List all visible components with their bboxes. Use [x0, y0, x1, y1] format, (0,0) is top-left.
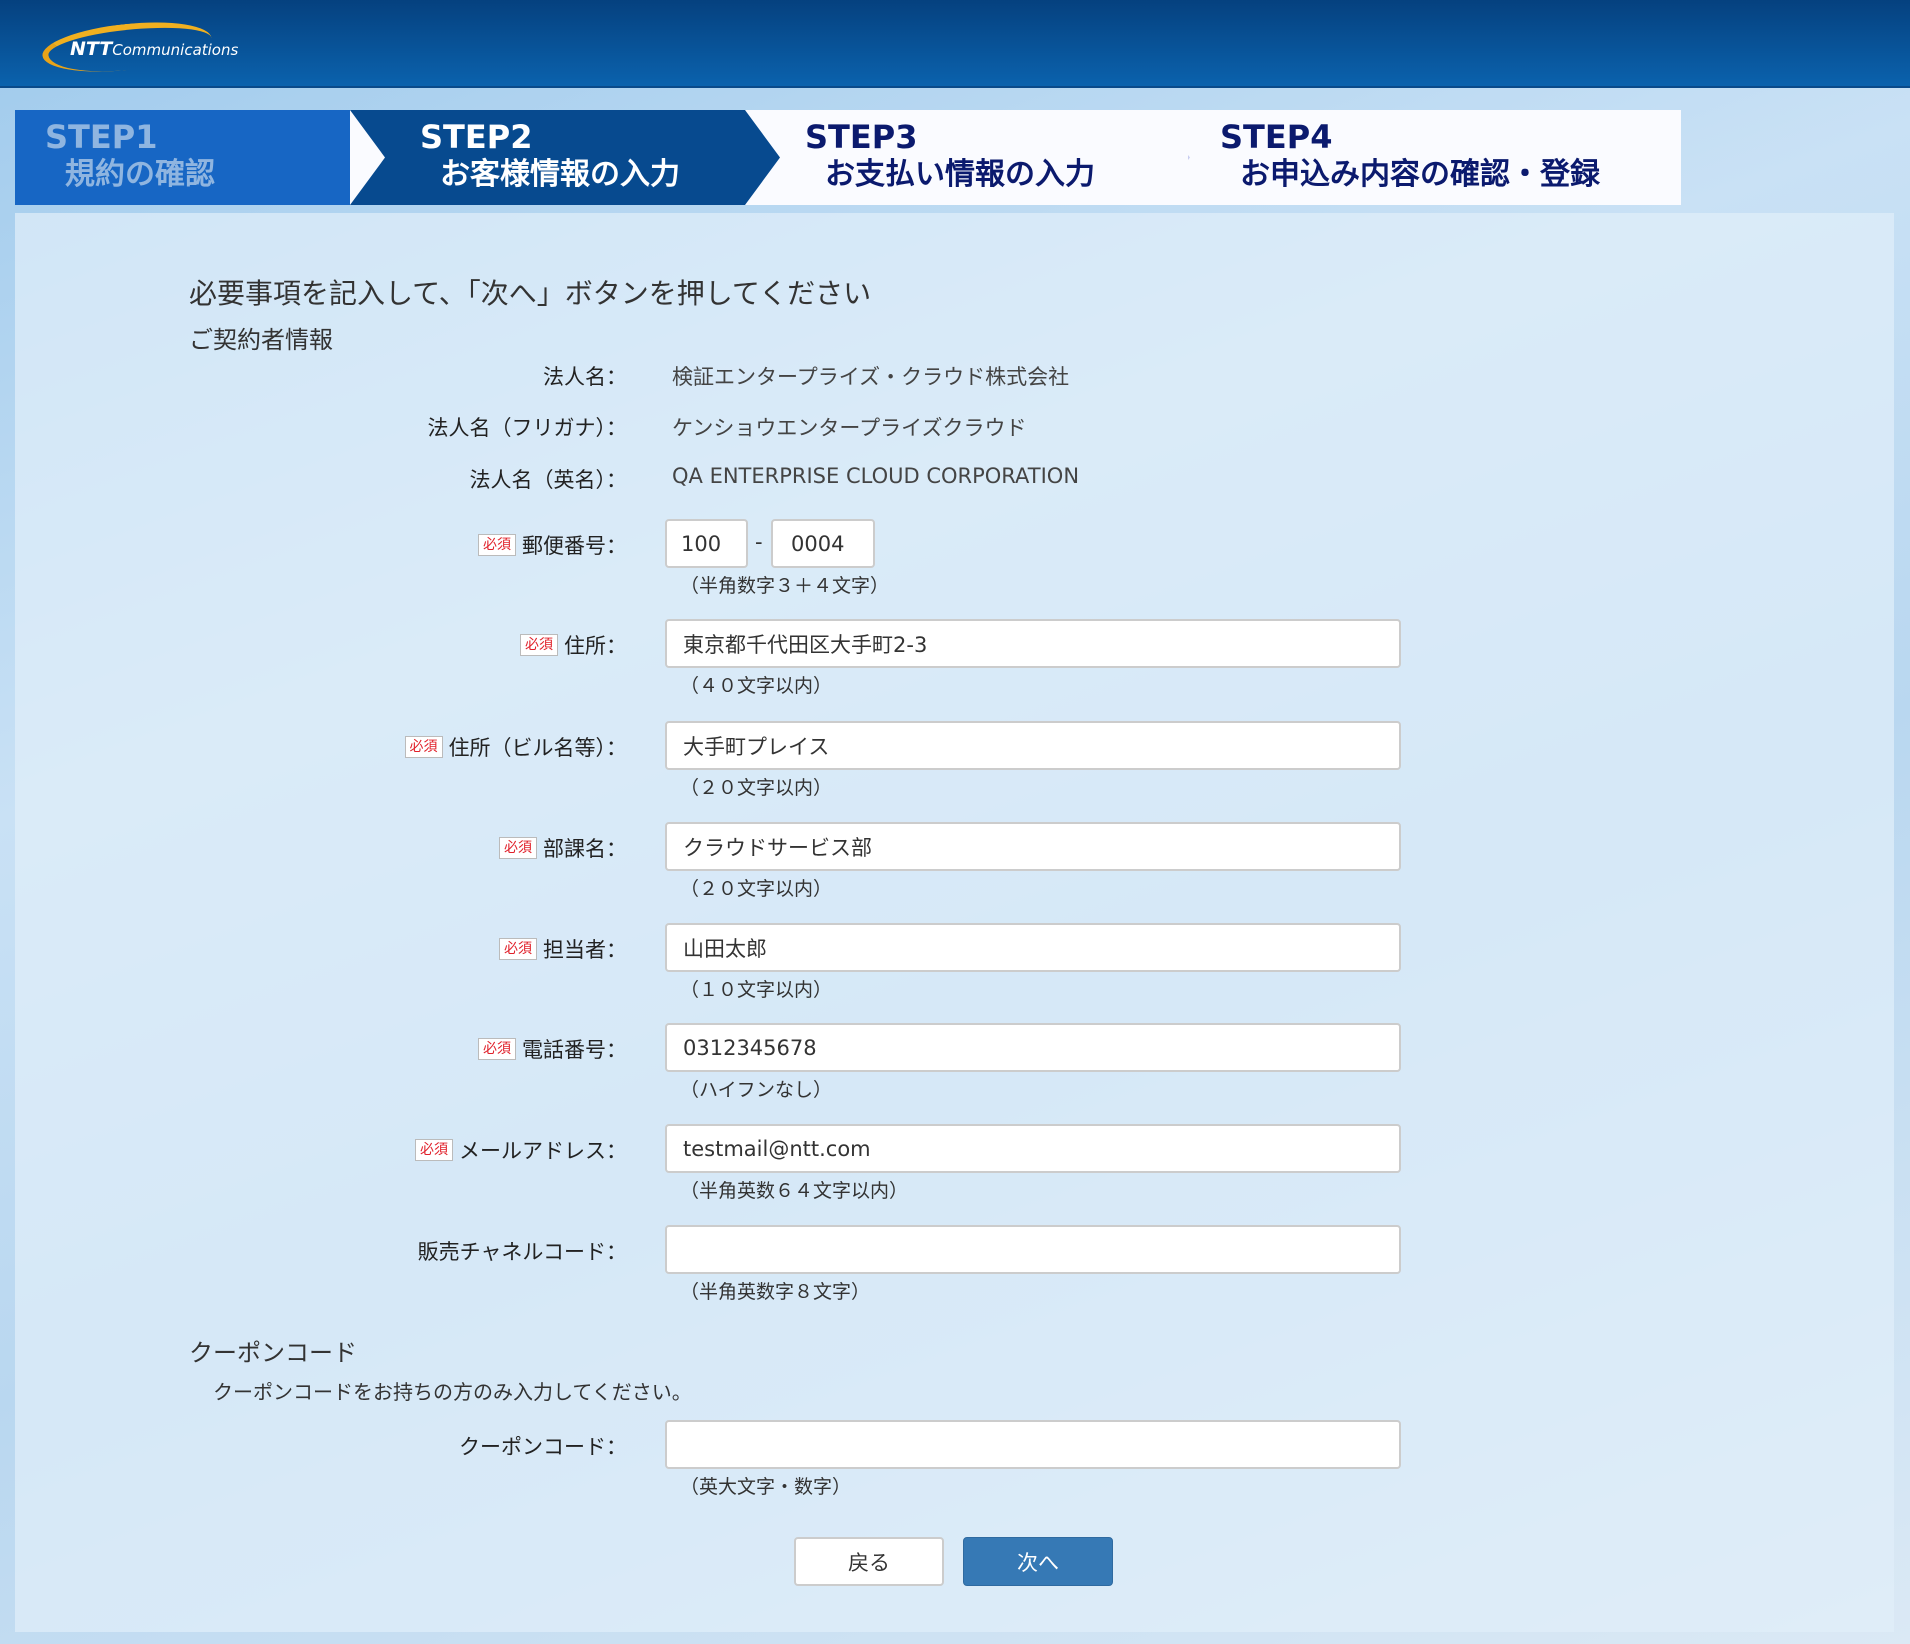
step-4: STEP4 お申込み内容の確認・登録: [1155, 110, 1675, 205]
company-kana-label: 法人名（フリガナ）：: [427, 416, 628, 440]
building-hint: （２０文字以内）: [680, 777, 833, 799]
step-1: STEP1 規約の確認: [15, 110, 350, 205]
required-badge: 必須: [520, 634, 558, 656]
instruction-text: 必要事項を記入して、「次へ」ボタンを押してください: [189, 277, 872, 310]
coupon-hint: （英大文字・数字）: [680, 1476, 852, 1498]
postal-hint: （半角数字３＋４文字）: [680, 575, 890, 597]
email-label: メールアドレス：: [459, 1139, 627, 1163]
person-label: 担当者：: [543, 938, 627, 962]
required-badge: 必須: [415, 1139, 453, 1161]
department-input[interactable]: [665, 822, 1401, 871]
contractor-heading: ご契約者情報: [189, 326, 333, 354]
email-hint: （半角英数６４文字以内）: [680, 1180, 909, 1202]
step-number: STEP1: [45, 118, 158, 156]
company-value: 検証エンタープライズ・クラウド株式会社: [672, 365, 1070, 389]
step-label: 規約の確認: [65, 157, 215, 192]
building-input[interactable]: [665, 721, 1401, 770]
channel-code-input[interactable]: [665, 1225, 1401, 1274]
step-number: STEP4: [1220, 118, 1333, 156]
step-number: STEP3: [805, 118, 918, 156]
step-number: STEP2: [420, 118, 533, 156]
address-label: 住所：: [564, 634, 627, 658]
company-en-label: 法人名（英名）：: [469, 468, 628, 492]
step-progress-bar: STEP1 規約の確認 STEP2 お客様情報の入力 STEP3 お支払い情報の入力 …: [15, 110, 1681, 205]
step-label: お客様情報の入力: [440, 157, 680, 192]
required-badge: 必須: [499, 938, 537, 960]
postal-code-second-input[interactable]: [771, 519, 875, 568]
building-label: 住所（ビル名等）：: [448, 736, 628, 760]
postal-code-first-input[interactable]: [665, 519, 748, 568]
ntt-communications-logo: NTTCommunications: [40, 15, 242, 79]
header: NTTCommunications: [0, 0, 1910, 88]
email-input[interactable]: [665, 1124, 1401, 1173]
company-en-value: QA ENTERPRISE CLOUD CORPORATION: [672, 464, 1080, 488]
phone-input[interactable]: [665, 1023, 1401, 1072]
coupon-code-input[interactable]: [665, 1420, 1401, 1469]
required-badge: 必須: [404, 736, 443, 758]
phone-hint: （ハイフンなし）: [680, 1079, 833, 1101]
required-badge: 必須: [478, 534, 516, 556]
next-button[interactable]: 次へ: [963, 1537, 1113, 1586]
step-label: お申込み内容の確認・登録: [1240, 157, 1600, 192]
required-badge: 必須: [478, 1038, 516, 1060]
person-hint: （１０文字以内）: [680, 979, 833, 1001]
postal-label-wrap: 必須 郵便番号：: [478, 530, 627, 560]
postal-separator: -: [755, 530, 763, 554]
phone-label: 電話番号：: [522, 1038, 627, 1062]
postal-label: 郵便番号：: [522, 534, 627, 558]
step-2-current: STEP2 お客様情報の入力: [350, 110, 780, 205]
coupon-label: クーポンコード：: [459, 1435, 627, 1459]
department-hint: （２０文字以内）: [680, 878, 833, 900]
address-hint: （４０文字以内）: [680, 675, 833, 697]
logo-text-bold: NTT: [70, 38, 113, 60]
address-input[interactable]: [665, 619, 1401, 668]
step-label: お支払い情報の入力: [825, 157, 1095, 192]
company-label: 法人名：: [543, 365, 627, 389]
department-label: 部課名：: [543, 837, 627, 861]
channel-label: 販売チャネルコード：: [417, 1240, 627, 1264]
company-kana-value: ケンショウエンタープライズクラウド: [672, 416, 1027, 440]
step-3: STEP3 お支払い情報の入力: [745, 110, 1195, 205]
back-button[interactable]: 戻る: [794, 1537, 944, 1586]
channel-hint: （半角英数字８文字）: [680, 1281, 871, 1303]
logo-text: Communications: [112, 41, 239, 59]
coupon-heading: クーポンコード: [189, 1339, 357, 1367]
person-input[interactable]: [665, 923, 1401, 972]
coupon-description: クーポンコードをお持ちの方のみ入力してください。: [213, 1380, 692, 1404]
required-badge: 必須: [499, 837, 537, 859]
